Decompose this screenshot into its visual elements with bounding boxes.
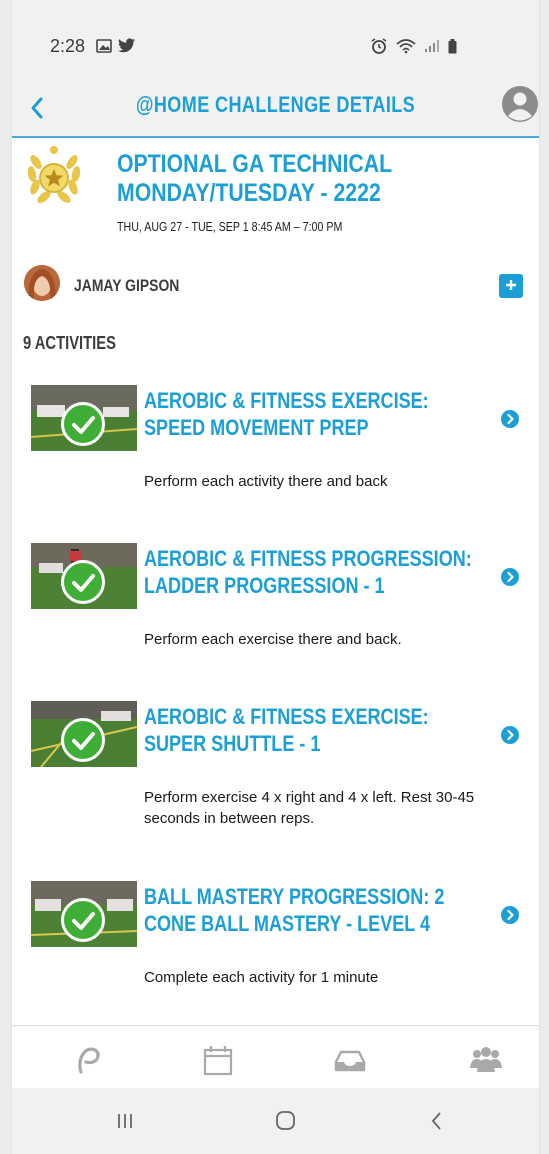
activity-item[interactable]: BALL MASTERY PROGRESSION: 2 CONE BALL MA… — [12, 881, 539, 1031]
user-avatar-icon — [502, 86, 538, 122]
phone-screen: 2:28 @HOME CHALLENGE DETAILS OPTIONAL GA… — [11, 0, 540, 1154]
twitter-icon — [118, 38, 135, 53]
activity-thumbnail — [31, 543, 137, 609]
app-header: @HOME CHALLENGE DETAILS — [12, 80, 539, 138]
calendar-icon — [203, 1046, 233, 1076]
battery-icon — [448, 38, 457, 53]
add-comment-button[interactable] — [499, 274, 523, 298]
recent-apps-button[interactable] — [108, 1106, 142, 1136]
chevron-right-icon[interactable] — [501, 568, 519, 586]
tab-team[interactable] — [468, 1042, 504, 1078]
team-icon — [470, 1047, 502, 1072]
award-badge-icon — [27, 146, 81, 203]
activity-item[interactable]: AEROBIC & FITNESS PROGRESSION: LADDER PR… — [12, 543, 539, 693]
activity-title: AEROBIC & FITNESS EXERCISE: SPEED MOVEME… — [144, 388, 429, 440]
tab-inbox[interactable] — [332, 1042, 368, 1078]
alarm-icon — [371, 38, 387, 54]
completed-check-icon — [61, 898, 105, 942]
home-icon — [276, 1111, 295, 1130]
tab-home[interactable] — [70, 1042, 106, 1078]
recent-apps-icon — [118, 1114, 132, 1128]
activity-description: Complete each activity for 1 minute — [144, 969, 379, 986]
activity-title: BALL MASTERY PROGRESSION: 2 CONE BALL MA… — [144, 884, 445, 936]
activity-description: Perform each exercise there and back. — [144, 631, 402, 648]
gallery-icon — [96, 38, 112, 53]
activity-description: Perform each activity there and back — [144, 473, 388, 490]
activity-thumbnail — [31, 385, 137, 451]
chevron-right-icon[interactable] — [501, 410, 519, 428]
challenge-dates: THU, AUG 27 - TUE, SEP 1 8:45 AM – 7:00 … — [117, 219, 343, 234]
inbox-icon — [334, 1050, 366, 1072]
system-nav-bar — [12, 1088, 539, 1154]
back-nav-button[interactable] — [420, 1106, 454, 1136]
playmetrics-logo-icon — [78, 1047, 100, 1074]
activities-count: 9 ACTIVITIES — [23, 333, 116, 353]
back-button[interactable] — [22, 90, 52, 124]
activity-thumbnail — [31, 701, 137, 767]
challenge-title: OPTIONAL GA TECHNICAL MONDAY/TUESDAY - 2… — [117, 150, 392, 207]
home-button[interactable] — [268, 1106, 302, 1136]
activity-title: AEROBIC & FITNESS EXERCISE: SUPER SHUTTL… — [144, 704, 429, 756]
page-title: @HOME CHALLENGE DETAILS — [135, 92, 416, 117]
activity-title: AEROBIC & FITNESS PROGRESSION: LADDER PR… — [144, 546, 472, 598]
signal-icon — [425, 40, 439, 52]
add-comment-icon — [506, 280, 516, 290]
activity-description: Perform exercise 4 x right and 4 x left.… — [144, 789, 475, 827]
profile-button[interactable] — [501, 85, 539, 123]
completed-check-icon — [61, 718, 105, 762]
completed-check-icon — [61, 402, 105, 446]
bottom-tab-bar — [12, 1025, 539, 1089]
chevron-right-icon[interactable] — [501, 906, 519, 924]
chevron-left-icon — [31, 97, 43, 119]
status-bar: 2:28 — [12, 0, 539, 80]
coach-name: JAMAY GIPSON — [74, 276, 180, 295]
chevron-right-icon[interactable] — [501, 726, 519, 744]
activity-item[interactable]: AEROBIC & FITNESS EXERCISE: SUPER SHUTTL… — [12, 701, 539, 851]
tab-calendar[interactable] — [200, 1042, 236, 1078]
avatar — [24, 265, 60, 301]
status-time: 2:28 — [50, 36, 86, 56]
activity-thumbnail — [31, 881, 137, 947]
wifi-icon — [396, 39, 416, 54]
activity-item[interactable]: AEROBIC & FITNESS EXERCISE: SPEED MOVEME… — [12, 385, 539, 535]
back-icon — [431, 1112, 441, 1130]
completed-check-icon — [61, 560, 105, 604]
